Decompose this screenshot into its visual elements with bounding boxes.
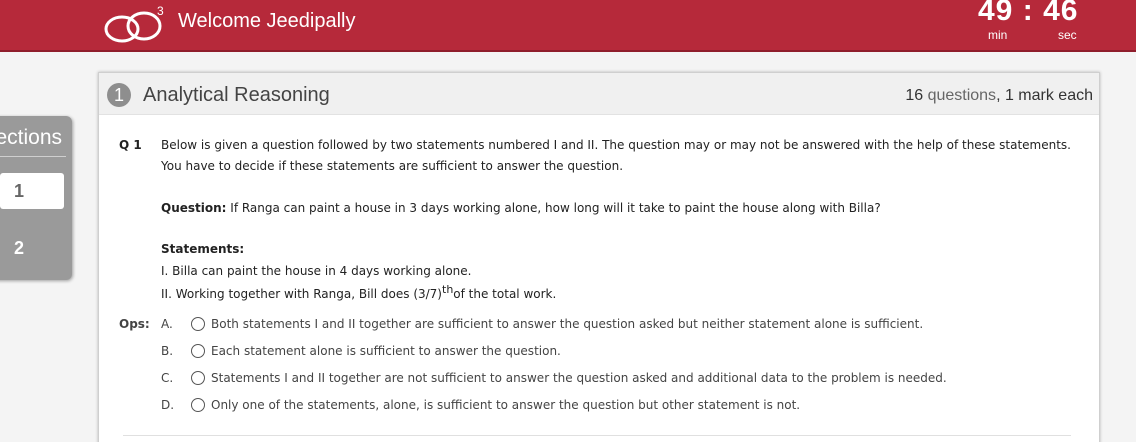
section-button-1[interactable]: 1 xyxy=(0,173,64,209)
statement-2: II. Working together with Ranga, Bill do… xyxy=(161,283,556,301)
top-bar: 3 Welcome Jeedipally 49 : 46 min sec xyxy=(0,0,1136,52)
bottom-divider xyxy=(123,435,1071,436)
statement-1: I. Billa can paint the house in 4 days w… xyxy=(161,264,472,278)
section-button-2[interactable]: 2 xyxy=(0,230,64,266)
option-b-radio[interactable] xyxy=(191,344,205,358)
statements-label: Statements: xyxy=(161,242,245,256)
countdown-timer: 49 : 46 min sec xyxy=(970,0,1100,50)
question-number: Q 1 xyxy=(119,138,142,152)
option-d-letter: D. xyxy=(161,398,175,412)
section-header: 1 Analytical Reasoning 16 questions, 1 m… xyxy=(99,73,1099,115)
section-number-badge: 1 xyxy=(107,83,131,107)
questions-word: questions xyxy=(927,87,997,104)
option-a-letter: A. xyxy=(161,317,173,331)
timer-seconds: 46 xyxy=(1043,0,1079,27)
option-d-radio[interactable] xyxy=(191,398,205,412)
timer-minutes: 49 xyxy=(978,0,1014,27)
section-title: Analytical Reasoning xyxy=(143,84,330,106)
question-count-info: 16 questions, 1 mark each xyxy=(905,87,1093,105)
sections-divider xyxy=(0,156,66,157)
option-b-text: Each statement alone is sufficient to an… xyxy=(211,344,561,358)
question-intro: Below is given a question followed by tw… xyxy=(161,138,1071,173)
svg-text:3: 3 xyxy=(157,4,164,18)
option-c-letter: C. xyxy=(161,371,174,385)
timer-sec-label: sec xyxy=(1058,28,1077,42)
timer-min-label: min xyxy=(988,28,1008,42)
option-d-text: Only one of the statements, alone, is su… xyxy=(211,398,801,412)
option-c-radio[interactable] xyxy=(191,371,205,385)
option-b-letter: B. xyxy=(161,344,174,358)
timer-separator: : xyxy=(1022,0,1034,27)
options-label: Ops: xyxy=(119,317,150,331)
sections-title: Sections xyxy=(0,126,62,149)
question-card: 1 Analytical Reasoning 16 questions, 1 m… xyxy=(98,72,1100,442)
timer-digits: 49 : 46 xyxy=(978,0,1078,28)
sections-panel: Sections 1 2 xyxy=(0,116,72,280)
welcome-text: Welcome Jeedipally xyxy=(178,10,356,32)
question-text: If Ranga can paint a house in 3 days wor… xyxy=(226,201,881,215)
statement-2-prefix: II. Working together with Ranga, Bill do… xyxy=(161,287,442,301)
statement-2-superscript: th xyxy=(442,283,454,296)
question-label: Question: xyxy=(161,201,227,215)
option-c-text: Statements I and II together are not suf… xyxy=(211,371,947,385)
brand-logo: 3 xyxy=(104,4,164,43)
option-a-text: Both statements I and II together are su… xyxy=(211,317,924,331)
mark-info: , 1 mark each xyxy=(996,87,1093,104)
question-count: 16 xyxy=(905,87,924,104)
question-line: Question: If Ranga can paint a house in … xyxy=(161,201,881,215)
statement-2-suffix: of the total work. xyxy=(453,287,557,301)
option-a-radio[interactable] xyxy=(191,317,205,331)
